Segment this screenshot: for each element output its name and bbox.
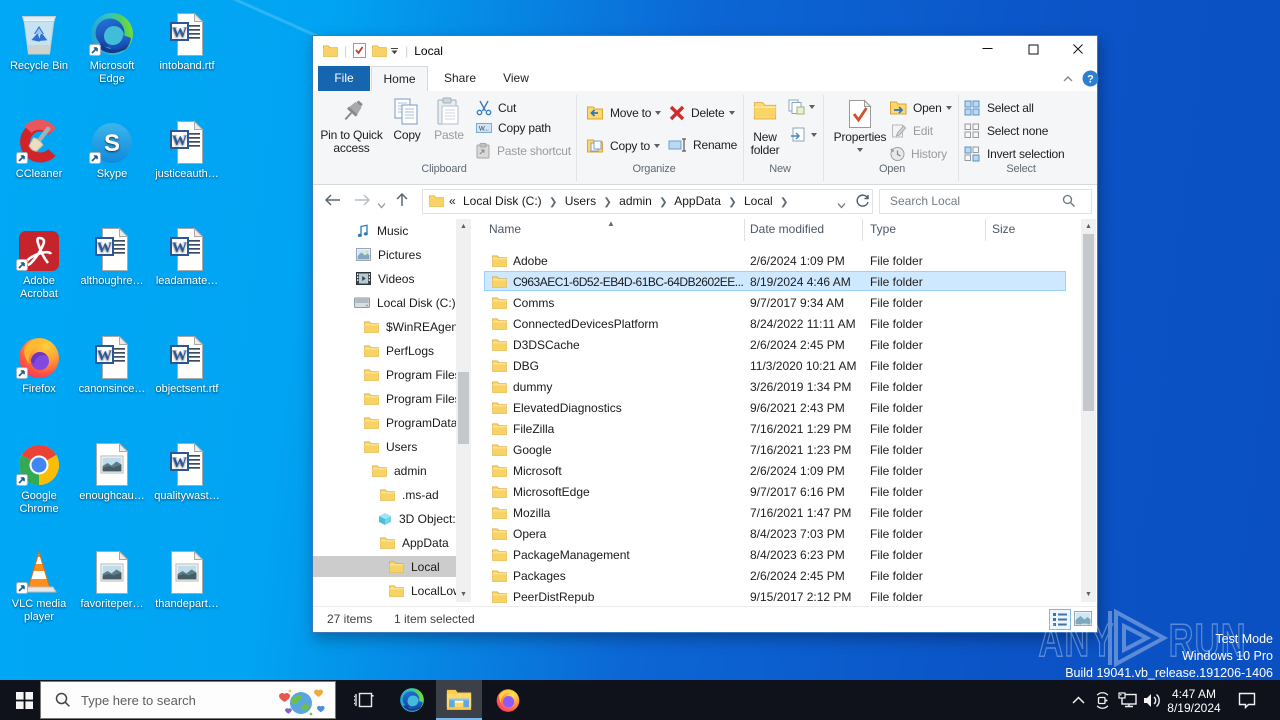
svg-text:W: W <box>172 348 187 364</box>
svg-text:W: W <box>97 348 112 364</box>
svg-text:W: W <box>172 455 187 471</box>
svg-text:W...: W... <box>479 127 489 133</box>
svg-text:W: W <box>97 240 112 256</box>
svg-text:W: W <box>172 133 187 149</box>
svg-text:S: S <box>104 130 120 157</box>
svg-text:W: W <box>172 25 187 41</box>
svg-text:W: W <box>172 240 187 256</box>
svg-text:?: ? <box>1087 74 1094 86</box>
